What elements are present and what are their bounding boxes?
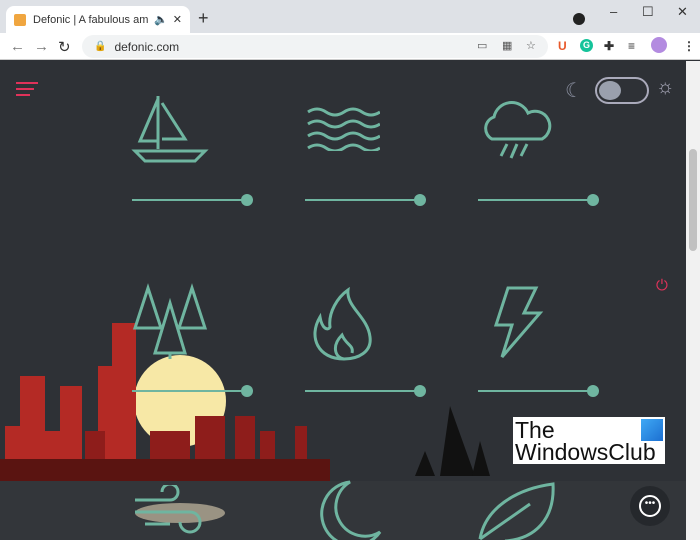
wind-icon[interactable]: [130, 485, 220, 540]
star-icon[interactable]: ☆: [526, 39, 536, 52]
browser-tab[interactable]: Defonic | A fabulous ambient 🔈 ✕: [6, 6, 190, 33]
scrollbar[interactable]: [686, 61, 700, 540]
qr-icon[interactable]: ▦: [502, 39, 512, 52]
theme-toggle[interactable]: [595, 77, 649, 104]
slider-knob[interactable]: [587, 194, 599, 206]
watermark-logo: The WindowsClub: [513, 417, 665, 464]
back-icon[interactable]: ←: [10, 38, 25, 55]
watermark-line2: WindowsClub: [515, 439, 656, 465]
volume-slider-fire[interactable]: [305, 385, 427, 397]
url-input[interactable]: 🔒 defonic.com ▭ ▦ ☆: [82, 35, 548, 58]
url-text: defonic.com: [114, 39, 180, 54]
windows-logo-icon: [641, 419, 663, 441]
lock-icon: 🔒: [94, 41, 107, 52]
forward-icon[interactable]: →: [34, 38, 49, 55]
volume-slider-waves[interactable]: [305, 194, 427, 206]
slider-knob[interactable]: [241, 385, 253, 397]
new-tab-button[interactable]: +: [198, 8, 209, 29]
sun-icon[interactable]: ☼: [656, 76, 674, 99]
tab-bar: Defonic | A fabulous ambient 🔈 ✕ + – ☐ ✕: [0, 0, 700, 33]
slider-knob[interactable]: [414, 385, 426, 397]
minimize-button[interactable]: –: [610, 4, 617, 19]
crescent-moon-icon[interactable]: [305, 477, 385, 540]
menu-dots-icon[interactable]: ⋮: [683, 39, 695, 53]
slider-knob[interactable]: [241, 194, 253, 206]
reading-list-icon[interactable]: ≡: [628, 39, 635, 53]
volume-slider-rain[interactable]: [478, 194, 600, 206]
volume-slider-forest[interactable]: [132, 385, 254, 397]
reload-icon[interactable]: ↻: [58, 38, 71, 56]
fire-icon[interactable]: [308, 287, 380, 363]
menu-button[interactable]: [16, 82, 38, 96]
lightning-icon[interactable]: [488, 285, 548, 361]
forest-icon[interactable]: [130, 283, 210, 359]
puzzle-icon[interactable]: ✚: [604, 39, 614, 53]
defonic-app: ☾ ☼ ⏻ The WindowsClub •••: [0, 61, 686, 540]
grammarly-icon[interactable]: G: [580, 39, 593, 52]
rain-cloud-icon[interactable]: [477, 99, 557, 167]
chat-button[interactable]: •••: [630, 486, 670, 526]
cast-icon[interactable]: ▭: [477, 39, 487, 52]
power-icon[interactable]: ⏻: [656, 277, 668, 294]
sailboat-icon[interactable]: [130, 91, 210, 167]
leaf-icon[interactable]: [475, 479, 560, 540]
slider-knob[interactable]: [414, 194, 426, 206]
close-tab-icon[interactable]: ✕: [173, 13, 182, 26]
volume-slider-sailboat[interactable]: [132, 194, 254, 206]
media-control-icon[interactable]: [573, 13, 585, 25]
waves-icon[interactable]: [305, 106, 380, 151]
extension-u-icon[interactable]: U: [558, 39, 567, 53]
close-window-button[interactable]: ✕: [677, 4, 688, 20]
volume-slider-thunder[interactable]: [478, 385, 600, 397]
avatar[interactable]: [651, 37, 667, 53]
scrollbar-thumb[interactable]: [689, 149, 697, 251]
slider-knob[interactable]: [587, 385, 599, 397]
tab-title: Defonic | A fabulous ambient: [33, 13, 149, 26]
speaker-icon[interactable]: 🔈: [154, 13, 168, 26]
chat-icon: •••: [639, 495, 661, 517]
favicon-icon: [14, 13, 26, 26]
maximize-button[interactable]: ☐: [642, 4, 654, 20]
address-bar: ← → ↻ 🔒 defonic.com ▭ ▦ ☆ U G ✚ ≡ ⋮: [0, 33, 700, 60]
moon-icon: ☾: [565, 80, 583, 102]
